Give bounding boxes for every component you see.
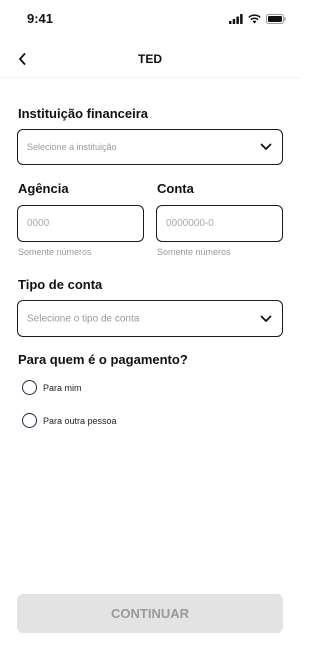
- institution-select-placeholder: Selecione a instituição: [27, 142, 117, 152]
- account-type-label: Tipo de conta: [18, 277, 103, 292]
- status-bar: 9:41: [0, 0, 300, 36]
- radio-option-para-mim[interactable]: Para mim: [22, 380, 82, 395]
- account-type-select[interactable]: Selecione o tipo de conta: [17, 300, 283, 337]
- page-title: TED: [138, 52, 162, 66]
- cellular-signal-icon: [229, 14, 243, 24]
- account-helper-text: Somente números: [157, 247, 231, 257]
- agency-label: Agência: [18, 181, 69, 196]
- account-type-select-placeholder: Selecione o tipo de conta: [27, 313, 140, 324]
- chevron-down-icon: [260, 315, 272, 323]
- status-icons: [229, 13, 286, 25]
- continue-button[interactable]: CONTINUAR: [17, 594, 283, 633]
- institution-label: Instituição financeira: [18, 106, 149, 121]
- battery-icon: [266, 14, 286, 24]
- institution-select[interactable]: Selecione a instituição: [17, 129, 283, 165]
- account-label: Conta: [157, 181, 194, 196]
- payee-question: Para quem é o pagamento?: [18, 352, 188, 367]
- agency-input[interactable]: [17, 205, 144, 242]
- radio-option-para-outra-pessoa[interactable]: Para outra pessoa: [22, 413, 117, 428]
- agency-helper-text: Somente números: [18, 247, 92, 257]
- radio-circle[interactable]: [22, 380, 37, 395]
- radio-label: Para mim: [43, 382, 82, 393]
- radio-circle[interactable]: [22, 413, 37, 428]
- nav-bar: TED: [0, 40, 300, 78]
- status-time: 9:41: [27, 11, 54, 26]
- chevron-down-icon: [260, 143, 272, 151]
- account-input[interactable]: [156, 205, 283, 242]
- wifi-icon: [248, 14, 261, 24]
- radio-label: Para outra pessoa: [43, 415, 117, 426]
